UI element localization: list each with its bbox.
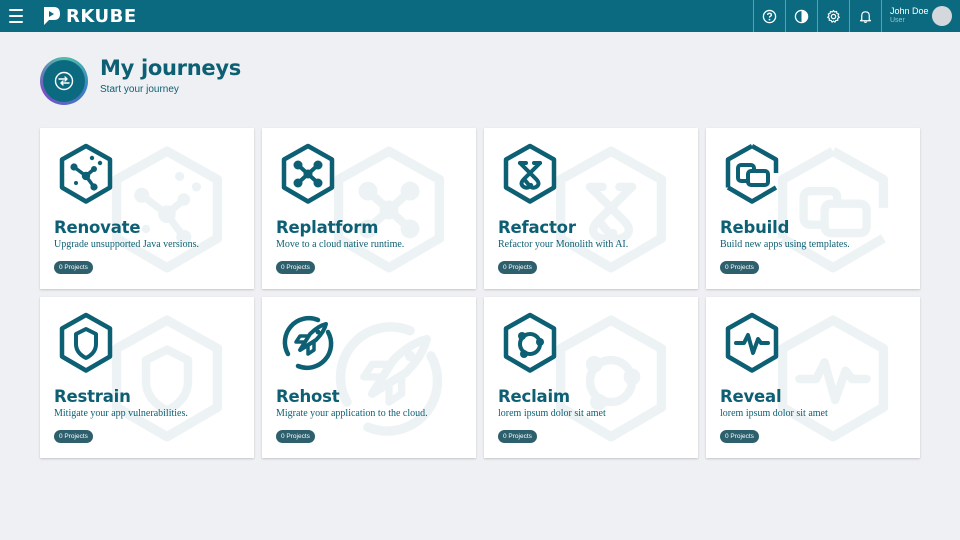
journey-title: Replatform (276, 218, 379, 237)
page-title: My journeys (100, 56, 241, 80)
rebuild-watermark-icon (770, 140, 896, 280)
gear-icon (827, 9, 840, 23)
project-count-badge: 0 Projects (720, 430, 759, 443)
journey-description: Upgrade unsupported Java versions. (54, 239, 199, 250)
avatar[interactable] (932, 6, 952, 26)
project-count-badge: 0 Projects (54, 430, 93, 443)
project-count-badge: 0 Projects (54, 261, 93, 274)
rehost-icon (278, 312, 338, 374)
journey-card-restrain[interactable]: Restrain Mitigate your app vulnerabiliti… (40, 297, 254, 458)
theme-toggle-button[interactable] (785, 0, 817, 32)
refactor-watermark-icon (548, 140, 674, 280)
settings-button[interactable] (817, 0, 849, 32)
reveal-watermark-icon (770, 309, 896, 449)
menu-icon[interactable] (9, 9, 23, 23)
journey-title: Reclaim (498, 387, 570, 406)
rehost-watermark-icon (326, 309, 452, 449)
journey-description: Mitigate your app vulnerabilities. (54, 408, 188, 419)
reclaim-watermark-icon (548, 309, 674, 449)
renovate-icon (56, 143, 116, 205)
replatform-watermark-icon (326, 140, 452, 280)
user-menu[interactable]: John Doe User (881, 0, 960, 32)
bell-icon (859, 10, 872, 23)
replatform-icon (278, 143, 338, 205)
journey-card-renovate[interactable]: Renovate Upgrade unsupported Java versio… (40, 128, 254, 289)
user-role: User (890, 17, 905, 24)
project-count-badge: 0 Projects (498, 430, 537, 443)
brand-logo[interactable]: RKUBE (40, 5, 137, 27)
help-button[interactable] (753, 0, 785, 32)
journey-description: lorem ipsum dolor sit amet (720, 408, 828, 419)
notifications-button[interactable] (849, 0, 881, 32)
journey-description: Migrate your application to the cloud. (276, 408, 428, 419)
contrast-icon (794, 9, 809, 23)
rebuild-icon (722, 143, 782, 205)
journey-title: Restrain (54, 387, 131, 406)
journey-description: Build new apps using templates. (720, 239, 850, 250)
journey-description: lorem ipsum dolor sit amet (498, 408, 606, 419)
journey-card-rehost[interactable]: Rehost Migrate your application to the c… (262, 297, 476, 458)
journey-description: Refactor your Monolith with AI. (498, 239, 629, 250)
project-count-badge: 0 Projects (276, 430, 315, 443)
top-bar: RKUBE John Doe User (0, 0, 960, 32)
brand-name: RKUBE (66, 5, 137, 27)
journey-title: Renovate (54, 218, 141, 237)
page-subtitle: Start your journey (100, 84, 179, 95)
renovate-watermark-icon (104, 140, 230, 280)
journey-card-rebuild[interactable]: Rebuild Build new apps using templates. … (706, 128, 920, 289)
journey-card-reclaim[interactable]: Reclaim lorem ipsum dolor sit amet 0 Pro… (484, 297, 698, 458)
journey-title: Refactor (498, 218, 576, 237)
help-icon (762, 9, 777, 23)
project-count-badge: 0 Projects (720, 261, 759, 274)
journey-card-refactor[interactable]: Refactor Refactor your Monolith with AI.… (484, 128, 698, 289)
journey-title: Rehost (276, 387, 340, 406)
project-count-badge: 0 Projects (276, 261, 315, 274)
journey-card-replatform[interactable]: Replatform Move to a cloud native runtim… (262, 128, 476, 289)
reveal-icon (722, 312, 782, 374)
restrain-icon (56, 312, 116, 374)
journey-description: Move to a cloud native runtime. (276, 239, 405, 250)
journeys-badge (40, 57, 88, 105)
refactor-icon (500, 143, 560, 205)
reclaim-icon (500, 312, 560, 374)
user-name: John Doe (890, 6, 929, 16)
journeys-icon (54, 71, 74, 91)
journey-title: Rebuild (720, 218, 790, 237)
journey-card-reveal[interactable]: Reveal lorem ipsum dolor sit amet 0 Proj… (706, 297, 920, 458)
restrain-watermark-icon (104, 309, 230, 449)
rkube-logo-icon (44, 7, 60, 25)
journey-title: Reveal (720, 387, 782, 406)
project-count-badge: 0 Projects (498, 261, 537, 274)
